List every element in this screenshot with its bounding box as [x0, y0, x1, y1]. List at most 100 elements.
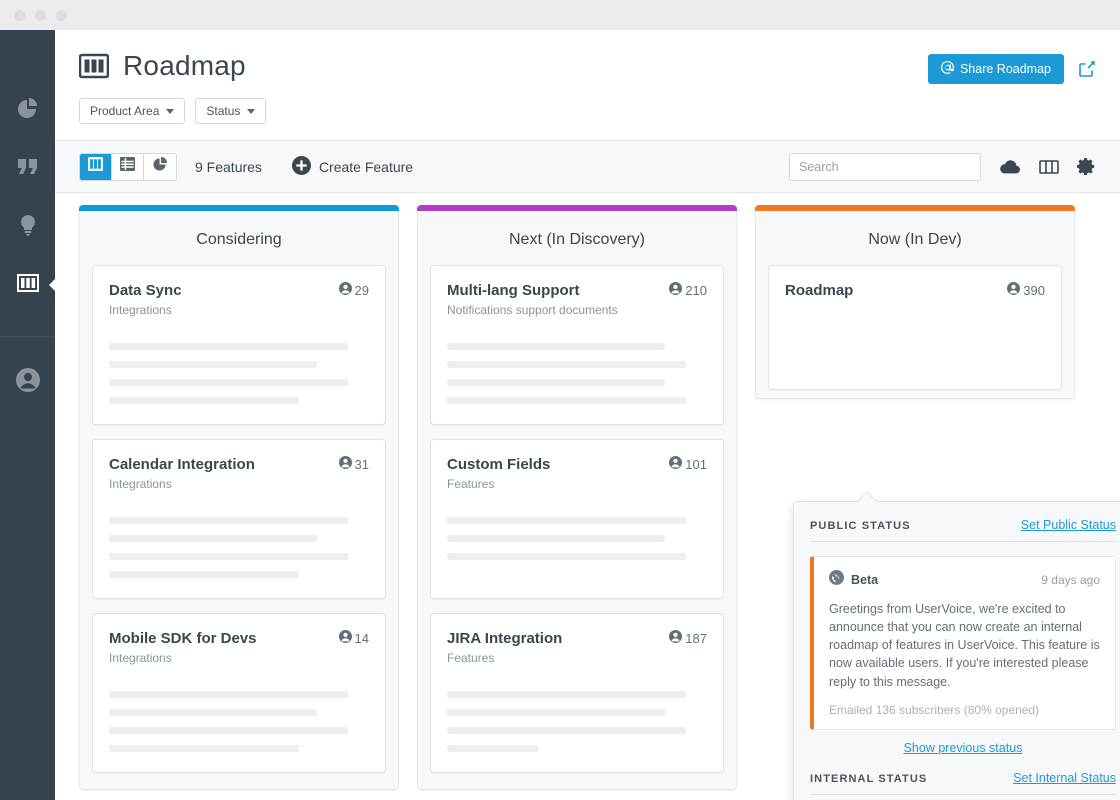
feature-card[interactable]: Calendar Integration 31 Integrations — [92, 439, 386, 599]
cloud-sync-button[interactable] — [999, 159, 1021, 175]
board-view-icon — [88, 157, 103, 176]
feature-card-votes: 31 — [339, 456, 369, 472]
user-icon — [339, 282, 352, 298]
feature-card[interactable]: Mobile SDK for Devs 14 Integrations — [92, 613, 386, 773]
feature-card-votes: 187 — [669, 630, 707, 646]
quote-icon — [15, 154, 41, 185]
window-maximize-dot[interactable] — [56, 10, 67, 21]
feature-card-skeleton — [447, 517, 707, 578]
plus-circle-icon — [292, 156, 311, 178]
internal-status-section-header: INTERNAL STATUS Set Internal Status — [810, 771, 1116, 795]
sidebar-item-feedback[interactable] — [0, 140, 55, 198]
public-status-card: Beta 9 days ago Greetings from UserVoice… — [810, 556, 1116, 730]
vote-count: 14 — [355, 631, 369, 646]
feature-card-skeleton — [447, 691, 707, 752]
feature-card[interactable]: Roadmap 390 — [768, 265, 1062, 390]
public-status-name: Beta — [851, 573, 878, 587]
filter-bar: Product Area Status — [79, 84, 1096, 140]
external-link-icon[interactable] — [1078, 60, 1096, 78]
view-toggle-group — [79, 153, 177, 181]
window-titlebar — [0, 0, 1120, 30]
public-status-meta: Emailed 136 subscribers (80% opened) — [829, 703, 1100, 717]
chevron-down-icon — [247, 109, 255, 114]
window-minimize-dot[interactable] — [35, 10, 46, 21]
user-icon — [669, 630, 682, 646]
vote-count: 29 — [355, 283, 369, 298]
filter-product-area-label: Product Area — [90, 104, 159, 118]
feature-card-title: Custom Fields — [447, 456, 550, 473]
feature-card-votes: 29 — [339, 282, 369, 298]
feature-card-title: JIRA Integration — [447, 630, 562, 647]
user-icon — [1007, 282, 1020, 298]
view-chart[interactable] — [144, 154, 176, 180]
left-sidebar — [0, 30, 55, 800]
share-roadmap-button[interactable]: Share Roadmap — [928, 54, 1064, 84]
feature-card-subtitle: Integrations — [109, 477, 369, 491]
gear-icon[interactable] — [1077, 157, 1096, 176]
board-column-considering: Considering Data Sync 29 Integrations — [79, 205, 399, 790]
sidebar-item-reports[interactable] — [0, 82, 55, 140]
lightbulb-icon — [15, 212, 41, 243]
create-feature-button[interactable]: Create Feature — [292, 156, 413, 178]
roadmap-board: Considering Data Sync 29 Integrations — [55, 193, 1120, 800]
page-title: Roadmap — [123, 50, 246, 82]
set-internal-status-link[interactable]: Set Internal Status — [1013, 771, 1116, 785]
view-list[interactable] — [112, 154, 144, 180]
board-column-next: Next (In Discovery) Multi-lang Support 2… — [417, 205, 737, 790]
filter-status-label: Status — [206, 104, 240, 118]
at-icon — [941, 61, 954, 77]
feature-card-votes: 14 — [339, 630, 369, 646]
sidebar-item-roadmap[interactable] — [0, 256, 55, 314]
sidebar-item-account[interactable] — [0, 353, 55, 411]
chart-view-icon — [153, 157, 168, 177]
column-title: Now (In Dev) — [768, 225, 1062, 265]
status-detail-popup: PUBLIC STATUS Set Public Status Beta 9 d… — [793, 501, 1120, 800]
column-title: Next (In Discovery) — [430, 225, 724, 265]
feature-card-votes: 390 — [1007, 282, 1045, 298]
public-status-label: PUBLIC STATUS — [810, 520, 911, 532]
search-input[interactable] — [789, 153, 981, 181]
feature-card-skeleton — [447, 343, 707, 404]
window-close-dot[interactable] — [14, 10, 25, 21]
public-status-time: 9 days ago — [1041, 573, 1100, 587]
feature-card-subtitle: Features — [447, 651, 707, 665]
feature-card-title: Calendar Integration — [109, 456, 255, 473]
feature-card-skeleton — [109, 343, 369, 404]
vote-count: 187 — [685, 631, 707, 646]
feature-card[interactable]: Custom Fields 101 Features — [430, 439, 724, 599]
feature-card[interactable]: Multi-lang Support 210 Notifications sup… — [430, 265, 724, 425]
chevron-down-icon — [166, 109, 174, 114]
feature-card-title: Multi-lang Support — [447, 282, 579, 299]
show-previous-public-label: Show previous status — [904, 741, 1023, 755]
feature-card-subtitle: Features — [447, 477, 707, 491]
user-icon — [669, 456, 682, 472]
feature-card-votes: 101 — [669, 456, 707, 472]
filter-product-area[interactable]: Product Area — [79, 98, 185, 124]
roadmap-icon — [79, 52, 109, 80]
columns-settings-button[interactable] — [1039, 159, 1059, 175]
set-public-status-link[interactable]: Set Public Status — [1021, 518, 1116, 532]
feature-card-title: Roadmap — [785, 282, 853, 299]
vote-count: 31 — [355, 457, 369, 472]
feature-card[interactable]: Data Sync 29 Integrations — [92, 265, 386, 425]
feature-card[interactable]: JIRA Integration 187 Features — [430, 613, 724, 773]
create-feature-label: Create Feature — [319, 159, 413, 175]
main-content: Roadmap Share Roadmap — [55, 30, 1120, 800]
public-status-section-header: PUBLIC STATUS Set Public Status — [810, 518, 1116, 542]
feature-card-subtitle: Integrations — [109, 651, 369, 665]
globe-icon — [829, 570, 844, 590]
feature-card-title: Mobile SDK for Devs — [109, 630, 257, 647]
sidebar-item-ideas[interactable] — [0, 198, 55, 256]
filter-status[interactable]: Status — [195, 98, 266, 124]
feature-card-skeleton — [109, 691, 369, 752]
pie-chart-icon — [15, 96, 41, 127]
column-title: Considering — [92, 225, 386, 265]
feature-card-subtitle: Notifications support documents — [447, 303, 707, 317]
list-view-icon — [120, 157, 135, 176]
share-roadmap-label: Share Roadmap — [960, 62, 1051, 76]
show-previous-public-status-link[interactable]: Show previous status — [810, 741, 1116, 755]
feature-card-skeleton — [109, 517, 369, 578]
vote-count: 390 — [1023, 283, 1045, 298]
page-header: Roadmap Share Roadmap — [55, 30, 1120, 141]
view-board[interactable] — [80, 154, 112, 180]
